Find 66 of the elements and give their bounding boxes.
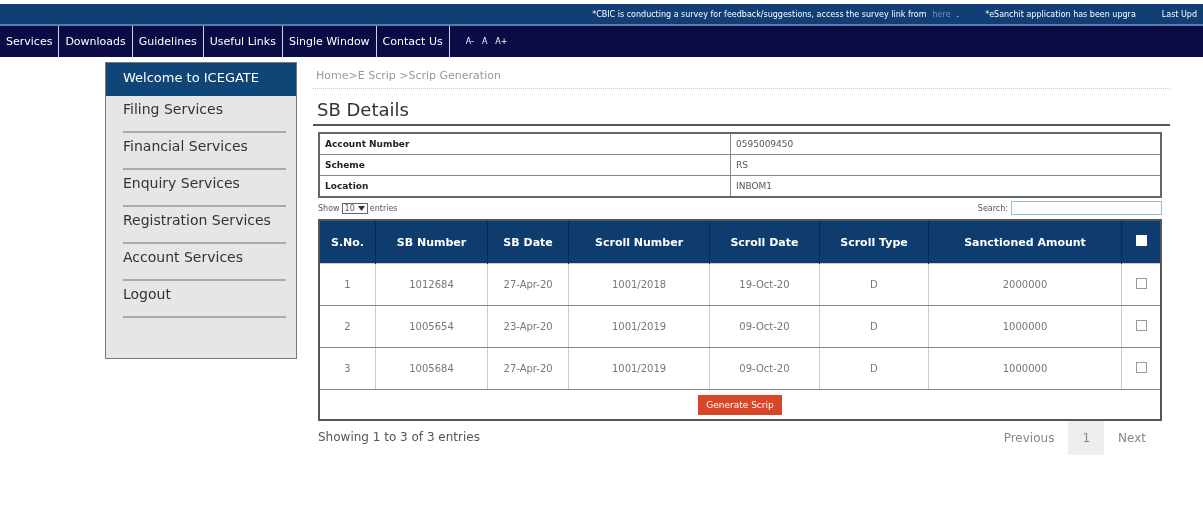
entries-label: entries [369, 203, 398, 213]
table-cell: 1 [319, 263, 376, 306]
table-cell: 3 [319, 347, 376, 390]
font-size-button[interactable]: A [481, 37, 488, 46]
row-checkbox[interactable] [1135, 278, 1147, 289]
detail-label: Scheme [319, 154, 731, 176]
table-cell: 27-Apr-20 [487, 263, 569, 306]
ticker-text: . [956, 9, 960, 19]
nav-item[interactable]: Useful Links [203, 26, 283, 57]
caret-icon [357, 205, 365, 211]
table-cell: 1012684 [375, 263, 488, 306]
table-cell: 1000000 [928, 347, 1122, 390]
detail-label: Account Number [319, 133, 731, 155]
table-cell: 19-Oct-20 [709, 263, 820, 306]
column-header: S.No. [319, 220, 376, 264]
font-size-button[interactable]: A+ [495, 37, 508, 46]
column-header: Scroll Type [819, 220, 929, 264]
table-cell: D [819, 347, 929, 390]
pagination-link[interactable]: Next [1104, 421, 1160, 455]
font-size-button[interactable]: A- [465, 37, 474, 46]
nav-item[interactable]: Guidelines [132, 26, 204, 57]
column-header: Scroll Date [709, 220, 820, 264]
table-cell: 1001/2019 [568, 347, 710, 390]
page-heading: SB Details [313, 89, 1170, 126]
select-all-checkbox[interactable] [1135, 235, 1147, 246]
nav-item[interactable]: Downloads [59, 26, 133, 57]
column-header: Sanctioned Amount [928, 220, 1122, 264]
column-header: SB Date [487, 220, 569, 264]
search-field[interactable] [1011, 201, 1162, 215]
sidebar-item[interactable]: Registration Services [123, 207, 286, 244]
table-cell: 23-Apr-20 [487, 305, 569, 348]
table-cell: 1001/2018 [568, 263, 710, 306]
pagination-link[interactable]: Previous [989, 421, 1069, 455]
column-header: SB Number [375, 220, 488, 264]
table-cell: D [819, 305, 929, 348]
entries-info: Showing 1 to 3 of 3 entries [318, 429, 480, 444]
table-cell: 1001/2019 [568, 305, 710, 348]
search-label: Search: [977, 203, 1008, 213]
nav-item[interactable]: Contact Us [376, 26, 450, 57]
ticker-text: *CBIC is conducting a survey for feedback/suggestions, access the survey link from [592, 9, 927, 19]
column-header: Scroll Number [568, 220, 710, 264]
nav-item[interactable]: Services [0, 26, 60, 57]
table-cell: 1005684 [375, 347, 488, 390]
sidebar-item[interactable]: Filing Services [123, 96, 286, 133]
generate-scrip-button[interactable]: Generate Scrip [698, 394, 782, 415]
sidebar-header: Welcome to ICEGATE [106, 63, 296, 96]
sidebar-item[interactable]: Enquiry Services [123, 170, 286, 207]
show-label: Show [318, 203, 340, 213]
table-cell: 2000000 [928, 263, 1122, 306]
row-checkbox[interactable] [1135, 320, 1147, 331]
table-cell: 1000000 [928, 305, 1122, 348]
ticker-text: *eSanchit application has been upgra [985, 9, 1136, 19]
table-cell: 1005654 [375, 305, 488, 348]
nav-item[interactable]: Single Window [282, 26, 377, 57]
entries-select[interactable]: 10 [341, 202, 368, 214]
ticker-text: Last Upd [1161, 9, 1197, 19]
table-cell: D [819, 263, 929, 306]
table-cell: 09-Oct-20 [709, 305, 820, 348]
sidebar-item[interactable]: Logout [123, 281, 286, 318]
table-cell: 09-Oct-20 [709, 347, 820, 390]
sidebar-item[interactable]: Account Services [123, 244, 286, 281]
table-cell: 2 [319, 305, 376, 348]
table-cell: 27-Apr-20 [487, 347, 569, 390]
row-checkbox[interactable] [1135, 362, 1147, 373]
sidebar-item[interactable]: Financial Services [123, 133, 286, 170]
breadcrumb: Home>E Scrip >Scrip Generation [313, 62, 1170, 89]
